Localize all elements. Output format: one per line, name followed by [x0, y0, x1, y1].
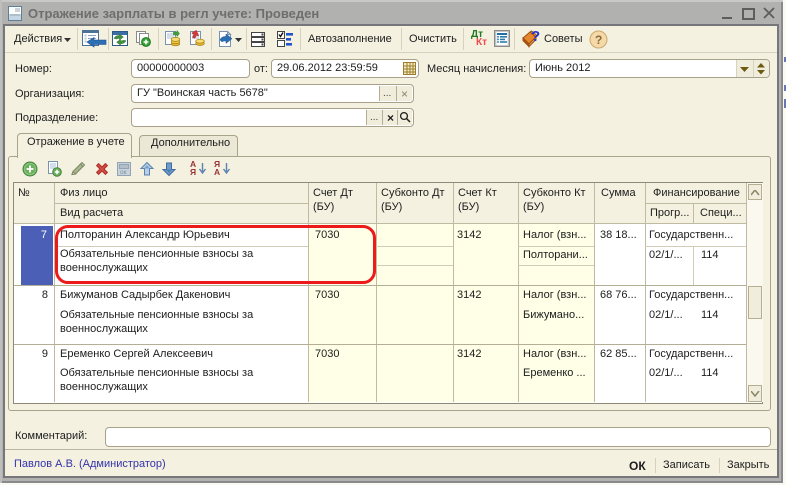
svg-text:ок: ок [120, 169, 127, 176]
svg-text:?: ? [595, 33, 602, 47]
svg-text:?: ? [531, 28, 540, 45]
